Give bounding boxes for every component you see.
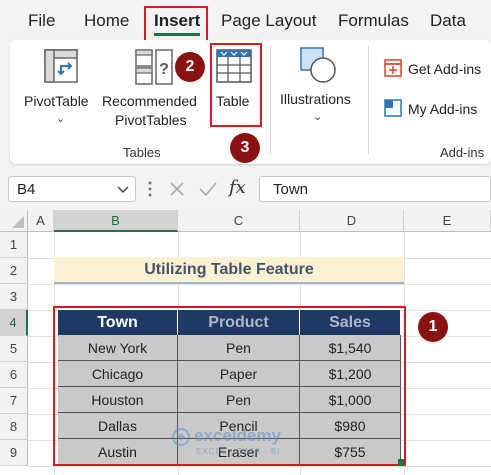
tab-page-layout[interactable]: Page Layout [221, 11, 316, 31]
row-header-5[interactable]: 5 [0, 336, 28, 362]
name-box[interactable]: B4 [8, 176, 136, 202]
column-header-e[interactable]: E [404, 210, 491, 232]
tab-home[interactable]: Home [84, 11, 129, 31]
chevron-down-icon: ⌄ [56, 113, 66, 125]
store-icon [384, 59, 402, 77]
get-addins-label: Get Add-ins [408, 61, 482, 77]
pivottable-label: PivotTable [24, 93, 89, 109]
exceldemy-logo-icon [172, 428, 190, 446]
gridline [28, 466, 491, 467]
recommended-label-line1: Recommended [102, 93, 197, 109]
my-addins-icon [384, 99, 402, 117]
svg-text:?: ? [159, 61, 169, 78]
column-header-d[interactable]: D [300, 210, 404, 232]
corner-triangle-icon [12, 216, 24, 228]
recommended-pivottables-icon: ? [135, 49, 173, 85]
gridline [28, 284, 491, 285]
watermark-name: exceldemy [194, 426, 281, 445]
chevron-down-icon[interactable] [117, 185, 129, 195]
table-button-highlight [210, 43, 262, 127]
addins-group-label: Add-ins [440, 145, 485, 160]
step-marker-1: 1 [418, 312, 448, 342]
row-header-6[interactable]: 6 [0, 362, 28, 388]
formula-value: Town [273, 181, 309, 198]
row-header-2[interactable]: 2 [0, 258, 28, 284]
row-header-8[interactable]: 8 [0, 414, 28, 440]
enter-check-icon[interactable] [198, 180, 218, 198]
row-header-3[interactable]: 3 [0, 284, 28, 310]
recommended-label-line2: PivotTables [115, 112, 187, 128]
illustrations-label: Illustrations [280, 91, 351, 107]
chevron-down-icon: ⌄ [313, 111, 323, 123]
tab-file[interactable]: File [28, 11, 55, 31]
pivottable-icon [44, 49, 78, 83]
row-header-4[interactable]: 4 [0, 310, 28, 336]
menu-bar: File Home Insert Page Layout Formulas Da… [0, 0, 491, 40]
watermark-tagline: EXCEL · DATA · BI [196, 447, 281, 456]
row-header-7[interactable]: 7 [0, 388, 28, 414]
row-header-9[interactable]: 9 [0, 440, 28, 466]
sheet-title[interactable]: Utilizing Table Feature [54, 257, 404, 284]
column-header-a[interactable]: A [28, 210, 54, 232]
tab-formulas[interactable]: Formulas [338, 11, 409, 31]
illustrations-icon [300, 47, 336, 83]
tables-group-label: Tables [123, 145, 161, 160]
insert-tab-highlight [144, 6, 208, 42]
insert-function-icon[interactable]: fx [229, 177, 246, 198]
my-addins-label: My Add-ins [408, 101, 478, 117]
column-header-c[interactable]: C [178, 210, 300, 232]
name-box-value: B4 [17, 181, 36, 198]
column-header-b[interactable]: B [54, 210, 178, 232]
step-marker-2: 2 [175, 52, 205, 82]
more-options-icon[interactable] [147, 180, 153, 198]
ribbon-separator [270, 46, 271, 154]
fill-handle[interactable] [398, 459, 404, 465]
tab-data[interactable]: Data [430, 11, 466, 31]
step-marker-3: 3 [230, 133, 260, 163]
cancel-icon[interactable] [168, 180, 186, 198]
ribbon-separator [368, 46, 369, 154]
formula-input[interactable]: Town [259, 176, 491, 202]
row-header-1[interactable]: 1 [0, 232, 28, 258]
select-all-corner[interactable] [0, 210, 28, 232]
